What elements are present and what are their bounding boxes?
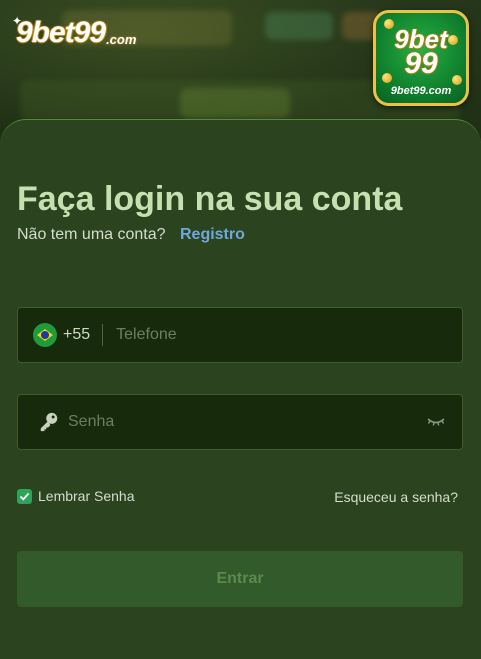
remember-checkbox[interactable]: [17, 488, 32, 504]
page-title: Faça login na sua conta: [17, 180, 403, 218]
register-prompt: Não tem uma conta? Registro: [17, 225, 245, 245]
site-logo[interactable]: ✦ 9bet99 .com: [12, 14, 137, 50]
field-divider: [102, 324, 104, 346]
flag-globe: [41, 331, 49, 339]
logo-domain: .com: [106, 32, 137, 47]
brazil-flag-icon: [33, 323, 57, 347]
register-link[interactable]: Registro: [180, 226, 245, 243]
phone-input[interactable]: [116, 308, 462, 362]
country-code[interactable]: +55: [63, 326, 90, 344]
remember-password[interactable]: Lembrar Senha: [17, 488, 135, 504]
badge-logo-line2: 99: [404, 47, 438, 80]
check-icon: [19, 492, 30, 501]
forgot-password-link[interactable]: Esqueceu a senha?: [334, 489, 458, 505]
no-account-text: Não tem uma conta?: [17, 226, 166, 243]
badge-domain: 9bet99.com: [390, 85, 452, 97]
password-input[interactable]: [68, 395, 426, 449]
blurred-button: [265, 12, 333, 40]
phone-field[interactable]: +55: [17, 307, 463, 363]
login-button[interactable]: Entrar: [17, 551, 463, 607]
key-icon: [40, 412, 58, 432]
blurred-promo: [180, 88, 290, 118]
remember-label: Lembrar Senha: [38, 488, 135, 504]
logo-text: 9bet99: [16, 16, 106, 49]
password-field[interactable]: [17, 394, 463, 450]
sparkle-icon: ✦: [12, 14, 23, 28]
eye-closed-icon[interactable]: [426, 415, 446, 429]
app-download-badge[interactable]: 9bet 99 9bet99.com: [373, 10, 469, 106]
